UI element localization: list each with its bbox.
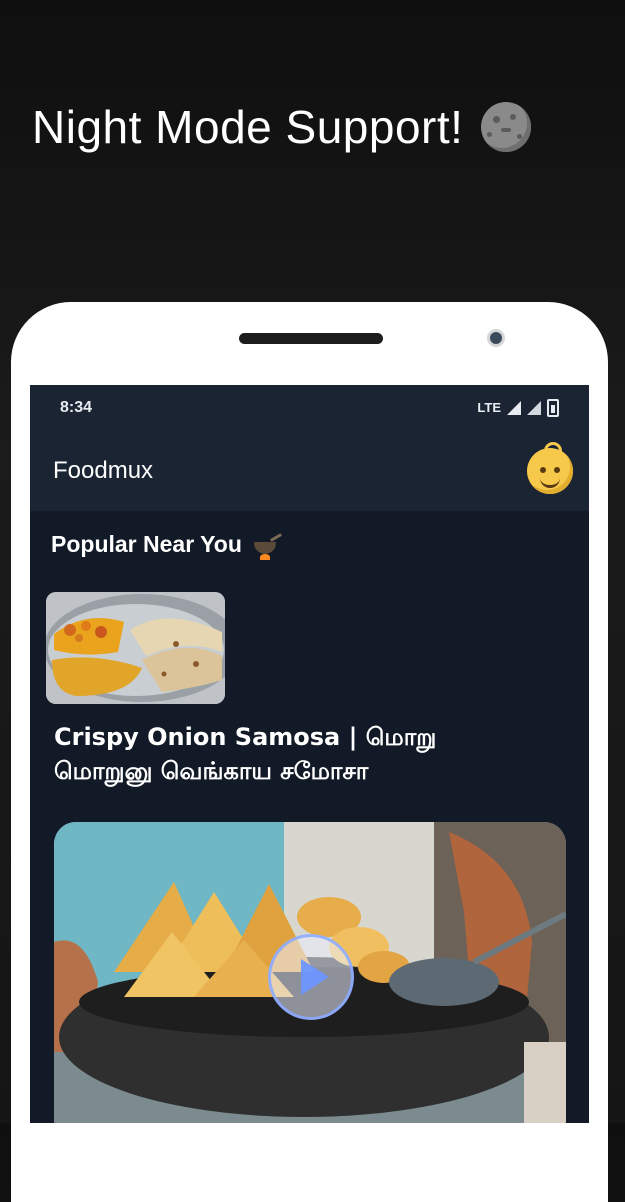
app-screen: 8:34 LTE Foodmux Popular Near You Crispy… <box>30 385 589 1123</box>
app-bar: Foodmux <box>30 430 589 511</box>
status-icons: LTE <box>477 398 559 417</box>
signal-icon <box>527 400 541 415</box>
smiling-face-icon[interactable] <box>527 441 573 494</box>
phone-speaker <box>239 333 383 344</box>
phone-camera <box>487 329 505 347</box>
promo-headline-text: Night Mode Support! <box>32 101 464 153</box>
baby-face-icon <box>481 102 532 152</box>
status-bar: 8:34 LTE <box>30 385 589 430</box>
promo-headline: Night Mode Support! <box>32 100 532 154</box>
status-time: 8:34 <box>60 398 93 416</box>
section-title-text: Popular Near You <box>51 531 242 557</box>
play-icon[interactable] <box>268 934 354 1020</box>
network-label: LTE <box>477 400 501 415</box>
cooking-pot-icon <box>252 532 282 560</box>
popular-item-thali-image[interactable] <box>46 592 225 704</box>
battery-icon <box>547 398 559 417</box>
featured-recipe-title[interactable]: Crispy Onion Samosa | மொறு மொறுனு வெங்கா… <box>54 720 534 788</box>
featured-video-thumbnail[interactable] <box>54 822 566 1123</box>
app-title: Foodmux <box>53 456 154 484</box>
signal-icon <box>507 400 521 415</box>
section-title-popular: Popular Near You <box>51 531 282 560</box>
